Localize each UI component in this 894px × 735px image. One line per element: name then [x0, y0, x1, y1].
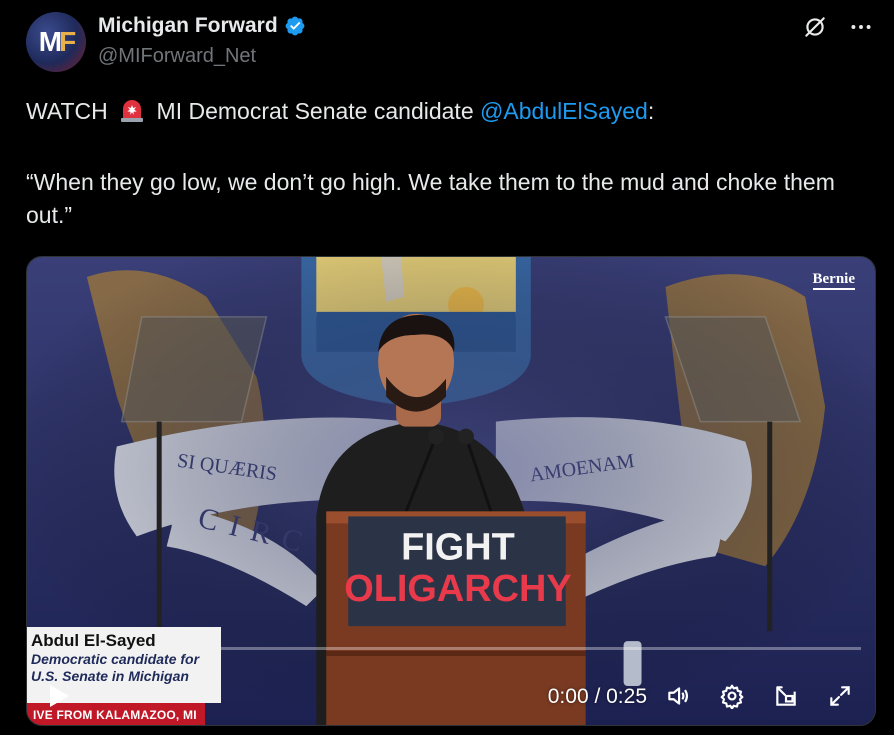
tweet-text: WATCH MI Democrat Senate candidate @Abdu…	[26, 95, 866, 232]
top-actions	[802, 14, 874, 40]
tweet-quote: “When they go low, we don’t go high. We …	[26, 169, 835, 228]
siren-emoji-icon	[121, 100, 144, 122]
volume-icon[interactable]	[665, 683, 691, 709]
tweet-line-1-text: MI Democrat Senate candidate	[156, 98, 474, 124]
settings-gear-icon[interactable]	[719, 683, 745, 709]
fullscreen-icon[interactable]	[827, 683, 853, 709]
handle[interactable]: @MIForward_Net	[98, 45, 256, 68]
mention-link[interactable]: @AbdulElSayed	[480, 98, 648, 124]
grok-icon[interactable]	[802, 14, 828, 40]
tweet-line-1: WATCH MI Democrat Senate candidate @Abdu…	[26, 95, 866, 128]
tweet-header: MF Michigan Forward @MIForward_Net	[26, 12, 874, 72]
video-player[interactable]: SI QUÆRIS AMOENAM CIRC FIGHT OLIGARCHY B…	[26, 256, 876, 726]
time-display: 0:00 / 0:25	[547, 685, 647, 708]
avatar-logo: MF	[38, 26, 76, 57]
bernie-watermark: Bernie	[812, 271, 855, 290]
podium-line-2: OLIGARCHY	[344, 568, 571, 610]
tweet-watch-label: WATCH	[26, 98, 108, 124]
more-icon[interactable]	[848, 14, 874, 40]
podium-line-1: FIGHT	[401, 526, 515, 568]
tweet-colon: :	[647, 98, 655, 124]
display-name[interactable]: Michigan Forward	[98, 14, 278, 38]
picture-in-picture-icon[interactable]	[773, 683, 799, 709]
name-row: Michigan Forward	[98, 14, 306, 38]
avatar[interactable]: MF	[26, 12, 86, 72]
play-icon[interactable]	[47, 683, 71, 709]
verified-badge-icon	[285, 16, 305, 36]
lower-third-name: Abdul El-Sayed	[31, 631, 156, 650]
video-controls: 0:00 / 0:25	[27, 665, 875, 725]
control-icons	[665, 683, 853, 709]
